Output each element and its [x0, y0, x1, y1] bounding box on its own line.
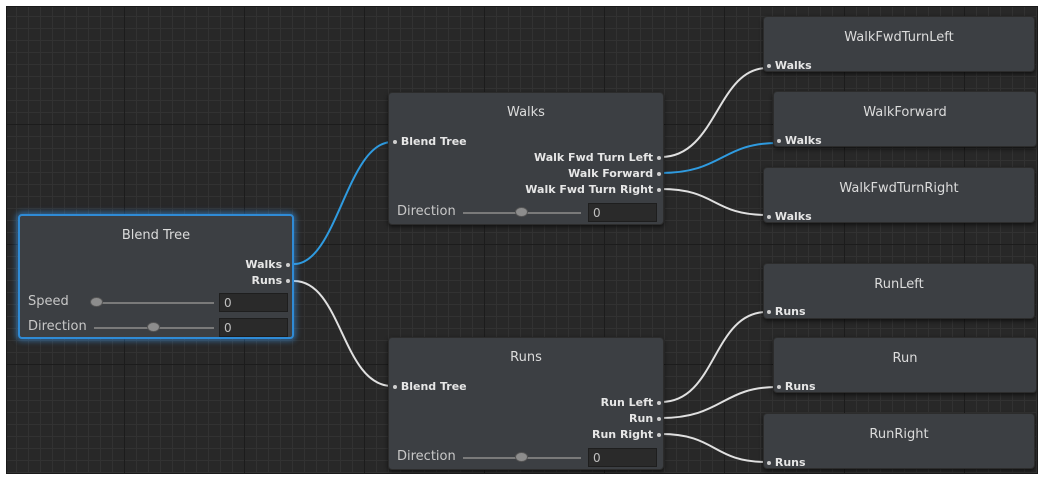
node-title: WalkFwdTurnRight [839, 181, 959, 196]
node-title: Walks [507, 105, 545, 120]
wire-walk-fwd-turn-right [660, 188, 768, 216]
port-dot-icon[interactable] [767, 64, 771, 68]
direction-value-field[interactable]: 0 [588, 448, 657, 467]
direction-slider-handle[interactable] [515, 452, 528, 462]
blend-tree-graph-canvas[interactable]: Blend Tree Walks Runs Speed 0 Direction … [6, 6, 1038, 474]
input-port-walks[interactable]: Walks [767, 59, 812, 72]
clip-node-run-left[interactable]: RunLeft Runs [763, 263, 1035, 319]
node-title: WalkFwdTurnLeft [844, 30, 954, 45]
input-port-runs[interactable]: Runs [767, 456, 806, 469]
param-label-direction: Direction [397, 449, 456, 464]
wire-run-right [660, 433, 768, 463]
output-port-walk-forward[interactable]: Walk Forward [568, 167, 661, 180]
output-port-run-right[interactable]: Run Right [592, 428, 661, 441]
param-label-speed: Speed [28, 294, 69, 309]
clip-node-walk-fwd-turn-right[interactable]: WalkFwdTurnRight Walks [763, 167, 1035, 223]
root-blend-tree-node[interactable]: Blend Tree Walks Runs Speed 0 Direction … [18, 214, 294, 339]
port-dot-icon[interactable] [286, 279, 290, 283]
port-dot-icon[interactable] [286, 263, 290, 267]
wire-root-to-runs [293, 280, 393, 387]
input-port-walks[interactable]: Walks [767, 210, 812, 223]
direction-slider-handle[interactable] [515, 207, 528, 217]
node-title: Blend Tree [121, 228, 191, 243]
input-port-walks[interactable]: Walks [777, 134, 822, 147]
input-port-runs[interactable]: Runs [767, 305, 806, 318]
output-port-run[interactable]: Run [629, 412, 661, 425]
direction-slider-handle[interactable] [147, 322, 160, 332]
port-dot-icon[interactable] [657, 188, 661, 192]
clip-node-walk-forward[interactable]: WalkForward Walks [773, 91, 1037, 147]
port-dot-icon[interactable] [657, 433, 661, 437]
runs-blend-node[interactable]: Runs Blend Tree Run Left Run Run Right D… [388, 337, 664, 470]
input-port-runs[interactable]: Runs [777, 380, 816, 393]
clip-node-walk-fwd-turn-left[interactable]: WalkFwdTurnLeft Walks [763, 16, 1035, 72]
output-port-walks[interactable]: Walks [245, 258, 290, 271]
direction-value-field[interactable]: 0 [588, 203, 657, 222]
output-port-run-left[interactable]: Run Left [601, 396, 661, 409]
wire-root-to-walks [293, 141, 393, 265]
port-dot-icon[interactable] [657, 172, 661, 176]
clip-node-run-right[interactable]: RunRight Runs [763, 413, 1035, 469]
node-title: WalkForward [863, 105, 947, 120]
port-dot-icon[interactable] [657, 401, 661, 405]
port-dot-icon[interactable] [393, 140, 397, 144]
node-title: RunRight [869, 427, 929, 442]
speed-value-field[interactable]: 0 [219, 293, 288, 312]
wire-run [660, 386, 778, 419]
port-dot-icon[interactable] [393, 385, 397, 389]
input-port-blend-tree[interactable]: Blend Tree [393, 380, 467, 393]
input-port-blend-tree[interactable]: Blend Tree [393, 135, 467, 148]
param-label-direction: Direction [397, 204, 456, 219]
port-dot-icon[interactable] [657, 156, 661, 160]
port-dot-icon[interactable] [767, 310, 771, 314]
param-label-direction: Direction [28, 319, 87, 334]
speed-slider-handle[interactable] [90, 297, 103, 307]
wire-walk-forward [660, 142, 778, 174]
node-title: RunLeft [874, 277, 924, 292]
port-dot-icon[interactable] [657, 417, 661, 421]
clip-node-run[interactable]: Run Runs [773, 337, 1037, 393]
port-dot-icon[interactable] [777, 139, 781, 143]
port-dot-icon[interactable] [767, 215, 771, 219]
walks-blend-node[interactable]: Walks Blend Tree Walk Fwd Turn Left Walk… [388, 92, 664, 225]
output-port-runs[interactable]: Runs [251, 274, 290, 287]
node-title: Runs [510, 350, 542, 365]
port-dot-icon[interactable] [777, 385, 781, 389]
wire-run-left [660, 311, 768, 403]
node-title: Run [892, 351, 918, 366]
port-dot-icon[interactable] [767, 461, 771, 465]
output-port-walk-fwd-turn-right[interactable]: Walk Fwd Turn Right [525, 183, 661, 196]
direction-value-field[interactable]: 0 [219, 318, 288, 337]
output-port-walk-fwd-turn-left[interactable]: Walk Fwd Turn Left [534, 151, 661, 164]
speed-slider[interactable] [94, 302, 214, 304]
wire-walk-fwd-turn-left [660, 67, 768, 158]
